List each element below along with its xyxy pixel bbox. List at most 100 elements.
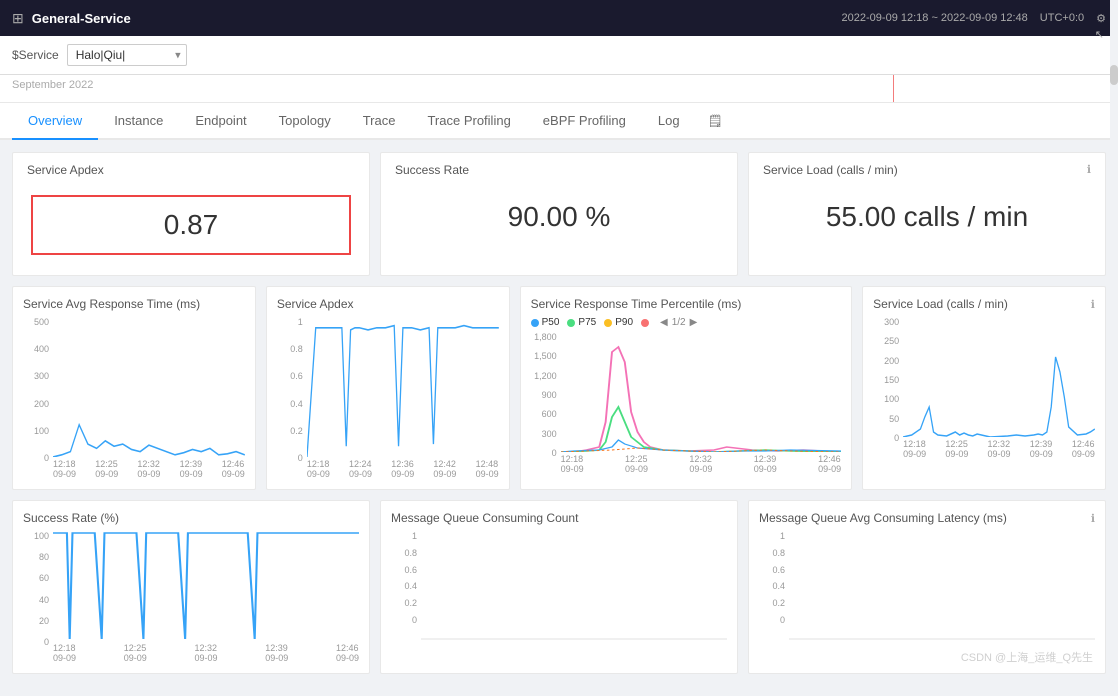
panel-avg-response-time-title: Service Avg Response Time (ms) [23, 297, 245, 311]
avg-response-time-chart: 12:1809-0912:2509-0912:3209-0912:3909-09… [53, 317, 245, 479]
grid-icon: ⊞ [12, 10, 24, 27]
service-load-x-axis: 12:1809-0912:2509-0912:3209-0912:3909-09… [903, 437, 1095, 459]
service-select-wrapper[interactable]: Halo|Qiu| [67, 44, 187, 66]
card-service-apdex-value: 0.87 [31, 195, 351, 255]
service-load-y-axis: 300250200150100500 [873, 317, 903, 459]
header-left: ⊞ General-Service [12, 10, 131, 27]
apdex-chart-container: 10.80.60.40.20 12:1809-0912:2409-0912:36… [277, 317, 499, 479]
card-success-rate: Success Rate 90.00 % [380, 152, 738, 276]
tab-trace-profiling[interactable]: Trace Profiling [411, 103, 526, 140]
avg-response-time-y-axis: 5004003002001000 [23, 317, 53, 479]
success-rate-y-axis: 100806040200 [23, 531, 53, 663]
avg-response-time-container: 5004003002001000 12:1809-0912:2509-0912:… [23, 317, 245, 479]
timeline-label: September 2022 [12, 79, 93, 91]
card-service-load-value: 55.00 calls / min [763, 185, 1091, 249]
legend-p50: P50 [531, 317, 560, 328]
percentile-chart: 12:1809-0912:2509-0912:3209-0912:3909-09… [561, 332, 842, 474]
queue-count-y-axis: 10.80.60.40.20 [391, 531, 421, 641]
avg-response-time-svg [53, 317, 245, 457]
settings-icon[interactable]: ⚙ [1096, 12, 1106, 25]
percentile-page: 1/2 [672, 317, 686, 328]
success-rate-svg [53, 531, 359, 641]
panel-response-percentile-title: Service Response Time Percentile (ms) [531, 297, 842, 311]
service-load-svg [903, 317, 1095, 437]
avg-response-time-x-axis: 12:1809-0912:2509-0912:3209-0912:3909-09… [53, 457, 245, 479]
percentile-legend: P50 P75 P90 ◀ 1/2 ▶ [531, 317, 842, 328]
charts-row-1: Service Avg Response Time (ms) 500400300… [12, 286, 1106, 490]
scrollbar[interactable] [1110, 0, 1118, 651]
panel-queue-latency: Message Queue Avg Consuming Latency (ms)… [748, 500, 1106, 674]
scrollbar-thumb[interactable] [1110, 65, 1118, 85]
tab-endpoint[interactable]: Endpoint [179, 103, 262, 140]
cursor-position: ↖ [1095, 28, 1104, 41]
panel-success-rate-chart-title: Success Rate (%) [23, 511, 359, 525]
header-right: 2022-09-09 12:18 ~ 2022-09-09 12:48 UTC+… [842, 12, 1106, 25]
percentile-x-axis: 12:1809-0912:2509-0912:3209-0912:3909-09… [561, 452, 842, 474]
queue-latency-y-axis: 10.80.60.40.20 [759, 531, 789, 641]
tab-log[interactable]: Log [642, 103, 696, 140]
panel-queue-latency-title: Message Queue Avg Consuming Latency (ms)… [759, 511, 1095, 525]
service-load-chart-container: 300250200150100500 12:1809-0912:2509-091… [873, 317, 1095, 459]
apdex-y-axis: 10.80.60.40.20 [277, 317, 307, 479]
panel-response-percentile: Service Response Time Percentile (ms) P5… [520, 286, 853, 490]
queue-latency-chart-container: 10.80.60.40.20 [759, 531, 1095, 641]
apdex-x-axis: 12:1809-0912:2409-0912:3609-0912:4209-09… [307, 457, 499, 479]
panel-service-load-chart-title: Service Load (calls / min) ℹ [873, 297, 1095, 311]
card-service-apdex: Service Apdex 0.87 [12, 152, 370, 276]
success-rate-chart-container: 100806040200 12:1809-0912:2509-0912:3209… [23, 531, 359, 663]
percentile-prev-icon[interactable]: ◀ [660, 317, 668, 328]
timeline-marker [893, 75, 894, 102]
card-service-load: Service Load (calls / min) ℹ 55.00 calls… [748, 152, 1106, 276]
legend-p75: P75 [567, 317, 596, 328]
charts-row-2: Success Rate (%) 100806040200 12:1809-09… [12, 500, 1106, 674]
card-success-rate-value: 90.00 % [395, 185, 723, 249]
timeline-bar: September 2022 [0, 75, 1118, 103]
legend-p90-dot [604, 319, 612, 327]
panel-apdex-chart: Service Apdex 10.80.60.40.20 12:1809-091… [266, 286, 510, 490]
percentile-chart-container: 1,8001,5001,2009006003000 [531, 332, 842, 474]
percentile-legend-nav: ◀ 1/2 ▶ [660, 317, 697, 328]
tab-instance[interactable]: Instance [98, 103, 179, 140]
apdex-svg [307, 317, 499, 457]
tab-overview[interactable]: Overview [12, 103, 98, 140]
panel-success-rate-chart: Success Rate (%) 100806040200 12:1809-09… [12, 500, 370, 674]
panel-service-load-chart: Service Load (calls / min) ℹ ↖ 300250200… [862, 286, 1106, 490]
legend-p75-dot [567, 319, 575, 327]
service-label: $Service [12, 48, 59, 62]
service-select[interactable]: Halo|Qiu| [67, 44, 187, 66]
metric-cards-row: Service Apdex 0.87 Success Rate 90.00 % … [12, 152, 1106, 276]
percentile-next-icon[interactable]: ▶ [690, 317, 698, 328]
queue-count-chart [421, 531, 727, 641]
success-rate-x-axis: 12:1809-0912:2509-0912:3209-0912:3909-09… [53, 641, 359, 663]
success-rate-chart: 12:1809-0912:2509-0912:3209-0912:3909-09… [53, 531, 359, 663]
timezone: UTC+0:0 [1040, 12, 1084, 24]
legend-p50-dot [531, 319, 539, 327]
queue-latency-info-icon[interactable]: ℹ [1091, 512, 1095, 525]
queue-latency-chart [789, 531, 1095, 641]
queue-latency-svg [789, 531, 1095, 641]
copy-icon[interactable]: 🗒 [696, 104, 735, 138]
legend-p4-dot [641, 319, 649, 327]
tab-trace[interactable]: Trace [347, 103, 412, 140]
card-success-rate-title: Success Rate [395, 163, 723, 177]
tab-topology[interactable]: Topology [263, 103, 347, 140]
card-service-apdex-title: Service Apdex [27, 163, 355, 177]
service-bar: $Service Halo|Qiu| [0, 36, 1118, 75]
panel-apdex-chart-title: Service Apdex [277, 297, 499, 311]
watermark: CSDN @上海_运维_Q先生 [961, 649, 1093, 665]
panel-queue-count: Message Queue Consuming Count 10.80.60.4… [380, 500, 738, 674]
queue-count-chart-container: 10.80.60.40.20 [391, 531, 727, 641]
percentile-y-axis: 1,8001,5001,2009006003000 [531, 332, 561, 474]
datetime-range: 2022-09-09 12:18 ~ 2022-09-09 12:48 [842, 12, 1028, 24]
tab-ebpf-profiling[interactable]: eBPF Profiling [527, 103, 642, 140]
app-title: General-Service [32, 11, 131, 26]
service-load-chart: 12:1809-0912:2509-0912:3209-0912:3909-09… [903, 317, 1095, 459]
service-load-chart-info-icon[interactable]: ℹ [1091, 298, 1095, 311]
service-load-info-icon[interactable]: ℹ [1087, 163, 1091, 176]
panel-avg-response-time: Service Avg Response Time (ms) 500400300… [12, 286, 256, 490]
card-service-load-title: Service Load (calls / min) ℹ [763, 163, 1091, 177]
tabs-bar: Overview Instance Endpoint Topology Trac… [0, 103, 1118, 140]
percentile-svg [561, 332, 842, 452]
apdex-chart: 12:1809-0912:2409-0912:3609-0912:4209-09… [307, 317, 499, 479]
legend-p90: P90 [604, 317, 633, 328]
